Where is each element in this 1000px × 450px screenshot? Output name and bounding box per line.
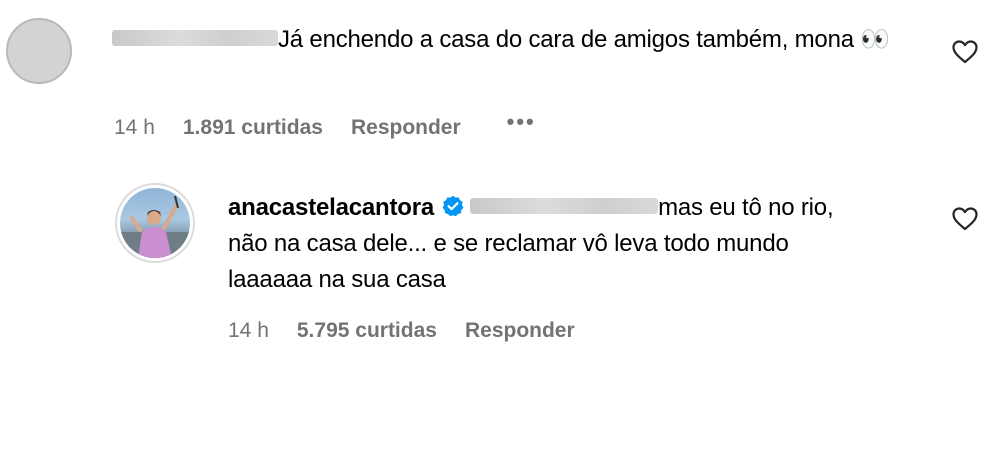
reply-text-2: não na casa dele... e se reclamar vô lev…: [228, 230, 789, 257]
reply-line-1: anacastelacantora mas eu tô no rio,: [228, 190, 928, 226]
reply-button[interactable]: Responder: [465, 319, 575, 343]
comment-time[interactable]: 14 h: [114, 116, 155, 140]
comment-text: Já enchendo a casa do cara de amigos tam…: [278, 26, 891, 53]
reply-username[interactable]: anacastelacantora: [228, 194, 434, 221]
verified-badge-icon: [442, 195, 464, 216]
reply-button[interactable]: Responder: [351, 116, 461, 140]
comment-likes[interactable]: 1.891 curtidas: [183, 116, 323, 140]
comment-meta: 14 h 1.891 curtidas Responder •••: [114, 109, 564, 141]
reply-text-3: laaaaaa na sua casa: [228, 266, 446, 293]
avatar-photo: [120, 188, 190, 258]
reply-likes[interactable]: 5.795 curtidas: [297, 319, 437, 343]
avatar[interactable]: [6, 18, 72, 84]
reply-body: anacastelacantora mas eu tô no rio, não …: [228, 190, 928, 298]
avatar[interactable]: [115, 183, 195, 263]
reply-text-1: mas eu tô no rio,: [658, 194, 834, 221]
redacted-username[interactable]: [112, 29, 278, 46]
heart-outline-icon[interactable]: [952, 40, 978, 64]
reply-meta: 14 h 5.795 curtidas Responder: [228, 319, 603, 343]
redacted-mention[interactable]: [470, 197, 659, 214]
comment-body: Já enchendo a casa do cara de amigos tam…: [112, 22, 902, 58]
heart-outline-icon[interactable]: [952, 207, 978, 231]
avatar-figure: [120, 195, 190, 258]
more-options-icon[interactable]: •••: [507, 109, 536, 135]
reply-time[interactable]: 14 h: [228, 319, 269, 343]
